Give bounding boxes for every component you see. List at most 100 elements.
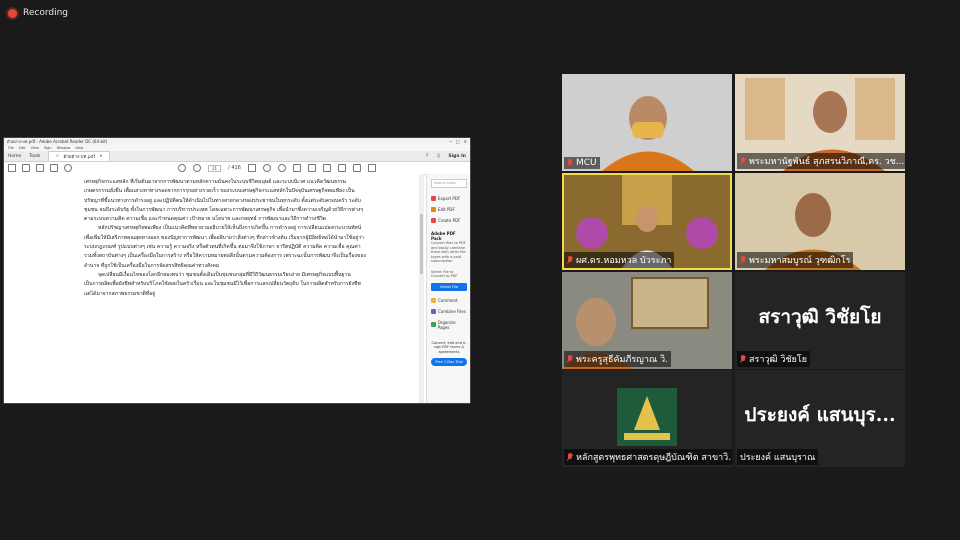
pdf-pack-title: Adobe PDF Pack xyxy=(431,231,456,241)
participant-name-label: ประยงค์ แสนบุราณ xyxy=(737,449,819,465)
document-page[interactable]: เศรษฐกิจกระแสหลัก ที่เริ่มต้นมาจากการพัฒ… xyxy=(4,174,424,403)
share-icon[interactable] xyxy=(367,164,376,172)
tab-home[interactable]: Home xyxy=(8,154,21,159)
tool-create-pdf[interactable]: Create PDF xyxy=(427,215,470,226)
tab-close-icon[interactable]: × xyxy=(99,154,103,159)
mic-muted-icon xyxy=(740,355,746,363)
page-navigation: 21 / 416 xyxy=(178,164,376,172)
participant-tile-7[interactable]: หลักสูตรพุทธศาสตรดุษฎีบัณฑิต สาขาวิ... xyxy=(562,370,732,467)
participant-name: สราวุฒิ วิชัยโย xyxy=(749,355,807,365)
pdf-window-title: ตัวอย่าง-บท.pdf - Adobe Acrobat Reader D… xyxy=(7,139,108,144)
participant-name: พระมหาสมบูรณ์ วุฑฒิกโร xyxy=(749,256,851,266)
mic-muted-icon xyxy=(567,453,573,461)
organize-pages-icon xyxy=(431,322,436,327)
menu-file[interactable]: File xyxy=(8,146,14,150)
bell-icon[interactable]: ♫ xyxy=(436,154,440,159)
recording-label: Recording xyxy=(23,8,69,18)
sign-in-button[interactable]: Sign In xyxy=(448,154,466,159)
page-total: / 416 xyxy=(228,165,241,171)
select-file-label: Select File to Convert to PDF xyxy=(431,269,458,279)
star-icon: ☆ xyxy=(55,154,60,159)
mic-muted-icon xyxy=(567,159,573,167)
participant-name: พระมหานัฐพันธ์ สุภสรนวิภาณี,ดร. วช... xyxy=(749,157,905,167)
pdf-titlebar: ตัวอย่าง-บท.pdf - Adobe Acrobat Reader D… xyxy=(4,138,470,145)
tool-organize-pages[interactable]: Organize Pages xyxy=(427,317,470,333)
menu-window[interactable]: Window xyxy=(57,146,71,150)
recording-indicator: Recording xyxy=(8,8,68,18)
subscription-promo: Convert, edit and e-sign PDF forms & agr… xyxy=(431,340,467,354)
tab-tools[interactable]: Tools xyxy=(29,154,40,159)
tool-combine-files[interactable]: Combine Files xyxy=(427,306,470,317)
document-text: เศรษฐกิจกระแสหลัก ที่เริ่มต้นมาจากการพัฒ… xyxy=(84,178,368,299)
delete-icon[interactable] xyxy=(352,164,361,172)
tool-export-pdf[interactable]: Export PDF xyxy=(427,193,470,204)
search-icon[interactable] xyxy=(64,164,72,172)
pdf-account-area: ? ♫ Sign In xyxy=(426,154,466,159)
maximize-icon[interactable]: □ xyxy=(456,139,460,144)
participant-name-label: หลักสูตรพุทธศาสตรดุษฎีบัณฑิต สาขาวิ... xyxy=(564,449,732,465)
rotate-icon[interactable] xyxy=(337,164,346,172)
mic-muted-icon xyxy=(567,256,573,264)
pen-icon[interactable] xyxy=(307,164,316,172)
tool-label: Edit PDF xyxy=(438,207,455,212)
window-controls: ─ □ ✕ xyxy=(449,139,467,144)
menu-view[interactable]: View xyxy=(31,146,39,150)
participant-tile-5[interactable]: พระครูสุธีคัมภีรญาณ วิ. xyxy=(562,272,732,369)
participant-tile-mcu[interactable]: MCU xyxy=(562,74,732,171)
page-up-icon[interactable] xyxy=(178,164,186,172)
menu-edit[interactable]: Edit xyxy=(19,146,26,150)
select-file-button[interactable]: Select File xyxy=(431,282,467,291)
participant-tile-2[interactable]: พระมหานัฐพันธ์ สุภสรนวิภาณี,ดร. วช... xyxy=(735,74,905,171)
comment-tool-icon xyxy=(431,297,436,303)
export-pdf-icon xyxy=(431,196,436,201)
tool-edit-pdf[interactable]: Edit PDF xyxy=(427,204,470,215)
cursor-icon[interactable] xyxy=(247,164,256,172)
paragraph: เศรษฐกิจกระแสหลัก ที่เริ่มต้นมาจากการพัฒ… xyxy=(84,179,364,223)
save-icon[interactable] xyxy=(8,164,16,172)
mic-muted-icon xyxy=(567,355,573,363)
print-icon[interactable] xyxy=(36,164,44,172)
document-scrollbar[interactable] xyxy=(419,174,424,403)
tool-label: Export PDF xyxy=(438,196,461,201)
participant-name-label: ผศ.ดร.หอมหวล บัวระภา xyxy=(564,252,675,268)
participant-name-label: สราวุฒิ วิชัยโย xyxy=(737,351,810,367)
close-icon[interactable]: ✕ xyxy=(464,139,467,144)
participant-tile-6[interactable]: สราวุฒิ วิชัยโย สราวุฒิ วิชัยโย xyxy=(735,272,905,369)
pdf-tabs: Home Tools ☆ ตัวอย่าง-บท.pdf × ? ♫ Sign … xyxy=(4,151,470,162)
participant-name-label: พระครูสุธีคัมภีรญาณ วิ. xyxy=(564,351,672,367)
participant-display-name: ประยงค์ แสนบุร... xyxy=(744,404,896,426)
participant-name: พระครูสุธีคัมภีรญาณ วิ. xyxy=(576,355,669,365)
tab-document[interactable]: ☆ ตัวอย่าง-บท.pdf × xyxy=(48,151,110,161)
menu-help[interactable]: Help xyxy=(75,146,83,150)
menu-sign[interactable]: Sign xyxy=(44,146,52,150)
shared-screen: ตัวอย่าง-บท.pdf - Adobe Acrobat Reader D… xyxy=(4,138,470,403)
zoom-in-icon[interactable] xyxy=(277,164,286,172)
tab-document-label: ตัวอย่าง-บท.pdf xyxy=(63,155,96,160)
participant-name-label: MCU xyxy=(564,157,600,169)
participant-name: ประยงค์ แสนบุราณ xyxy=(740,453,816,463)
page-down-icon[interactable] xyxy=(193,164,201,172)
mail-icon[interactable] xyxy=(50,164,58,172)
upload-icon[interactable] xyxy=(22,164,30,172)
participant-tile-3[interactable]: ผศ.ดร.หอมหวล บัวระภา xyxy=(562,173,732,270)
participant-tile-8[interactable]: ประยงค์ แสนบุร... ประยงค์ แสนบุราณ xyxy=(735,370,905,467)
tool-label: Combine Files xyxy=(438,308,466,314)
participant-tile-4[interactable]: พระมหาสมบูรณ์ วุฑฒิกโร xyxy=(735,173,905,270)
free-trial-button[interactable]: Free 7-Day Trial xyxy=(431,358,467,366)
minimize-icon[interactable]: ─ xyxy=(449,139,451,144)
tools-pane: Search tools Export PDF Edit PDF Create … xyxy=(426,174,470,403)
highlight-icon[interactable] xyxy=(322,164,331,172)
comment-icon[interactable] xyxy=(292,164,301,172)
page-number-input[interactable]: 21 xyxy=(208,164,222,172)
help-icon[interactable]: ? xyxy=(426,154,428,159)
tool-comment[interactable]: Comment xyxy=(427,295,470,306)
edit-pdf-icon xyxy=(431,207,436,212)
mic-muted-icon xyxy=(740,157,746,165)
scrollbar-thumb[interactable] xyxy=(420,214,423,274)
create-pdf-icon xyxy=(431,218,436,223)
participant-name: ผศ.ดร.หอมหวล บัวระภา xyxy=(576,256,672,266)
zoom-out-icon[interactable] xyxy=(262,164,271,172)
paragraph: จุดเปลี่ยนมีเงื่อนไขของโลกอีกสองพบว่า ชุ… xyxy=(84,271,361,297)
tools-search-input[interactable]: Search tools xyxy=(431,179,467,188)
tool-label: Comment xyxy=(438,297,458,303)
